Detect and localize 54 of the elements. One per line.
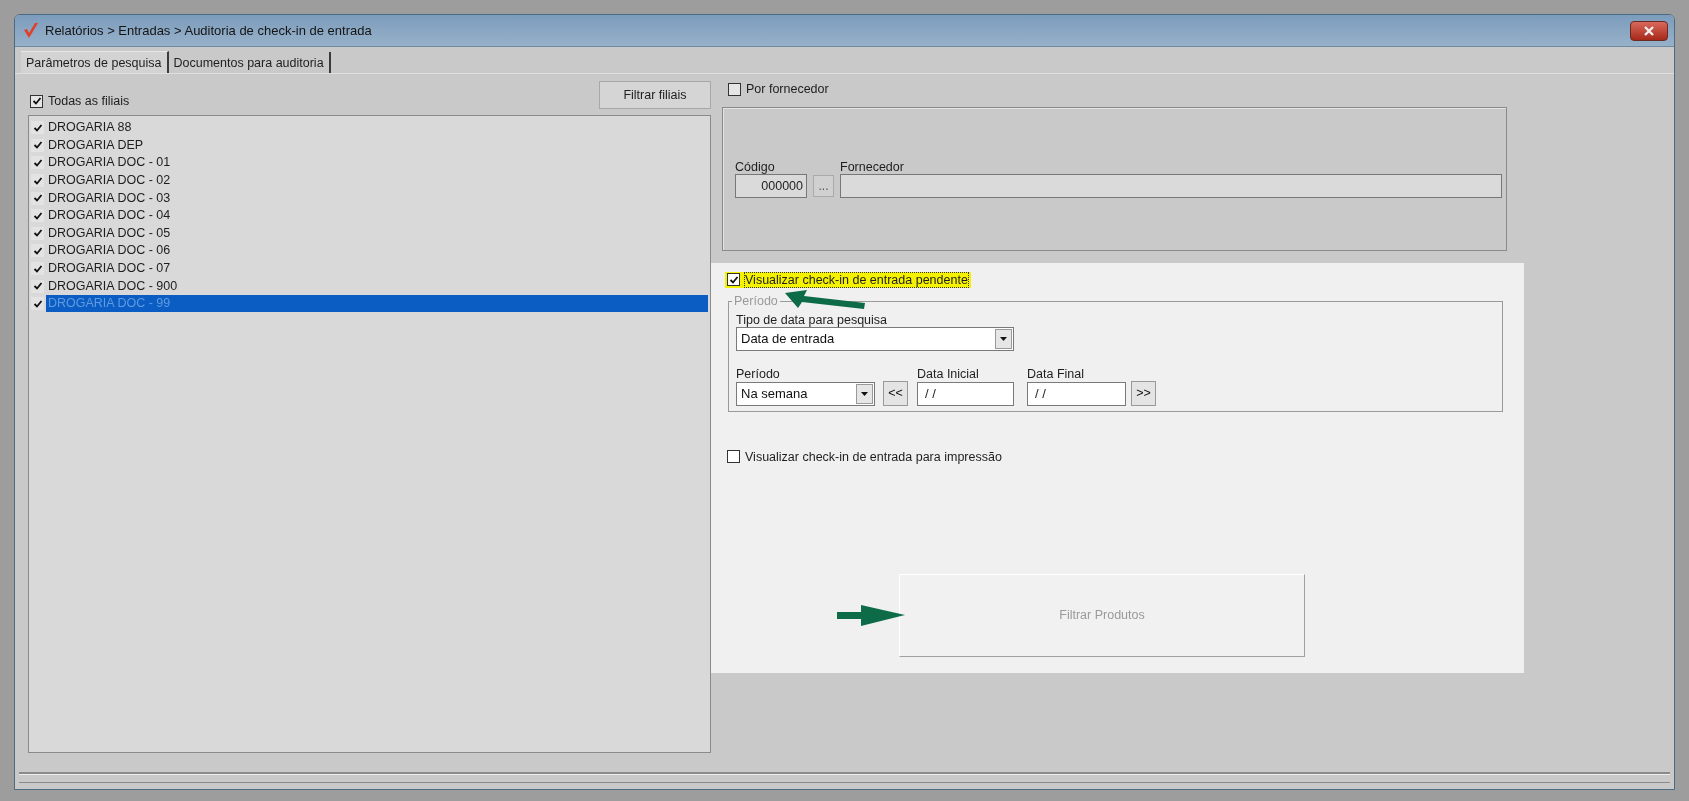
- list-item[interactable]: DROGARIA DOC - 01: [46, 154, 708, 172]
- close-button[interactable]: [1630, 20, 1668, 41]
- start-date-field[interactable]: / /: [917, 381, 1014, 406]
- checkbox[interactable]: [31, 279, 44, 293]
- checkbox[interactable]: [31, 226, 44, 240]
- field-label: Fornecedor: [840, 159, 905, 174]
- checkbox[interactable]: [31, 297, 44, 311]
- annotation-arrow-icon: [837, 605, 905, 626]
- checkbox[interactable]: [31, 174, 44, 188]
- list-item[interactable]: DROGARIA DEP: [46, 136, 708, 154]
- checkbox[interactable]: [31, 121, 44, 135]
- checkbox[interactable]: [31, 209, 44, 223]
- browse-button[interactable]: ...: [813, 174, 834, 197]
- field-label: Data Final: [1027, 366, 1085, 381]
- checkbox-label: Visualizar check-in de entrada para impressão: [745, 449, 1002, 464]
- next-button[interactable]: >>: [1131, 380, 1156, 406]
- window-title: Relatórios > Entradas > Auditoria de check-in de entrada: [45, 23, 372, 38]
- checkbox-label: Visualizar check-in de entrada pendente: [745, 272, 968, 287]
- checkbox[interactable]: [727, 450, 740, 463]
- dropdown-arrow-icon: [860, 390, 869, 397]
- field-label: Tipo de data para pesquisa: [736, 312, 889, 327]
- list-item[interactable]: DROGARIA DOC - 900: [46, 277, 708, 295]
- supplier-field[interactable]: [840, 173, 1502, 198]
- field-label: Período: [736, 366, 781, 381]
- list-item[interactable]: DROGARIA DOC - 02: [46, 172, 708, 190]
- list-item[interactable]: DROGARIA DOC - 04: [46, 207, 708, 225]
- list-item[interactable]: DROGARIA DOC - 06: [46, 242, 708, 260]
- dropdown-arrow-icon: [999, 335, 1008, 342]
- checkbox-label: Todas as filiais: [48, 94, 130, 108]
- end-date-field[interactable]: / /: [1027, 381, 1126, 406]
- annotation-arrow-icon: [785, 290, 865, 309]
- checkbox[interactable]: [31, 138, 44, 152]
- close-icon: [1643, 24, 1655, 37]
- checkbox[interactable]: [30, 94, 43, 108]
- list-item[interactable]: DROGARIA DOC - 05: [46, 224, 708, 242]
- checkbox[interactable]: [31, 244, 44, 258]
- checkbox-label: Por fornecedor: [746, 82, 829, 96]
- list-item[interactable]: DROGARIA DOC - 07: [46, 260, 708, 278]
- period-dropdown[interactable]: Na semana: [736, 381, 875, 406]
- list-item[interactable]: DROGARIA DOC - 03: [46, 189, 708, 207]
- code-field[interactable]: 000000: [735, 173, 807, 198]
- previous-button[interactable]: <<: [883, 380, 908, 406]
- list-item[interactable]: DROGARIA 88: [46, 119, 708, 137]
- filter-branches-button[interactable]: Filtrar filiais: [599, 81, 711, 109]
- checkbox[interactable]: [728, 82, 741, 96]
- checkbox[interactable]: [727, 273, 740, 286]
- checkbox[interactable]: [31, 191, 44, 205]
- checkmark-logo-icon: [23, 22, 39, 39]
- field-label: Código: [735, 159, 776, 174]
- checkbox[interactable]: [31, 262, 44, 276]
- date-type-dropdown[interactable]: Data de entrada: [736, 326, 1014, 351]
- checkbox[interactable]: [31, 156, 44, 170]
- field-label: Data Inicial: [917, 366, 980, 381]
- tab[interactable]: Parâmetros de pesquisa: [21, 51, 169, 73]
